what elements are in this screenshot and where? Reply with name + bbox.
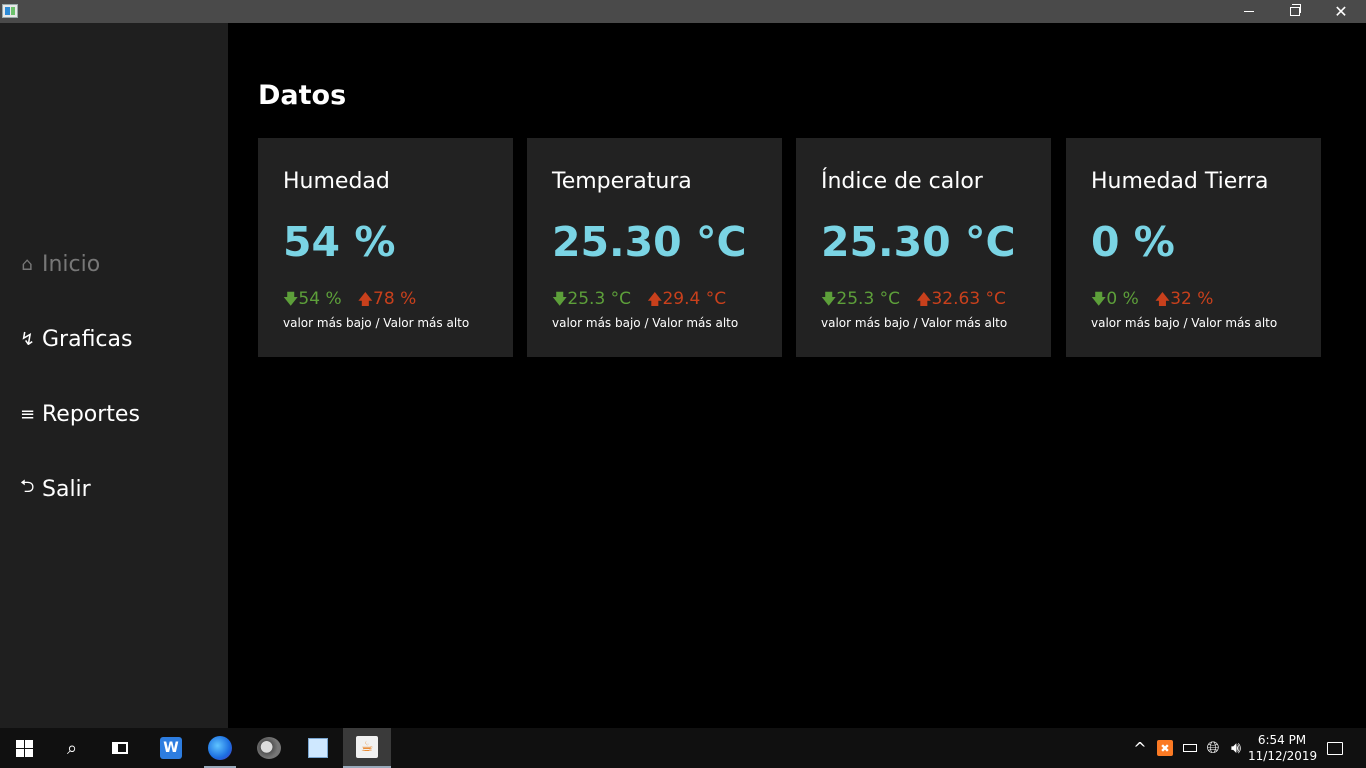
taskbar-app-gimp[interactable] [245,728,293,768]
card-value: 54 % [283,218,396,266]
taskbar-app-firefox[interactable] [196,728,244,768]
min-value-text: 25.3 °C [836,289,901,309]
card-indice-de-calor: Índice de calor 25.30 °C 🡇25.3 °C 🡅32.63… [796,138,1051,357]
arrow-down-icon: 🡇 [283,290,299,308]
app-icon [2,4,18,18]
arrow-up-icon: 🡅 [357,290,374,308]
action-center-button[interactable] [1320,728,1350,768]
sidebar-item-label: Reportes [42,401,140,427]
close-icon: ✕ [1334,1,1348,21]
card-range: 🡇54 % 🡅78 % [283,289,416,314]
system-clock[interactable]: 6:54 PM 11/12/2019 [1248,732,1318,764]
search-button[interactable]: ⌕ [48,728,96,768]
restore-icon [1290,4,1301,16]
sidebar-item-salir[interactable]: ⮌ Salir [20,472,91,506]
wps-office-icon: W [160,737,182,759]
xampp-icon: ✖ [1157,740,1173,756]
card-title: Humedad Tierra [1091,169,1269,194]
arrow-down-icon: 🡇 [821,290,837,308]
max-value-text: 29.4 °C [662,289,727,309]
sidebar-item-label: Salir [42,476,91,502]
min-value: 🡇0 % [1091,289,1139,314]
card-range: 🡇25.3 °C 🡅32.63 °C [821,289,1006,314]
windows-start-icon [15,739,33,757]
card-title: Humedad [283,169,390,194]
card-temperatura: Temperatura 25.30 °C 🡇25.3 °C 🡅29.4 °C v… [527,138,782,357]
taskbar-app-virtualbox[interactable] [294,728,342,768]
tray-battery[interactable] [1180,728,1200,768]
max-value: 🡅32.63 °C [916,289,1006,314]
min-value: 🡇54 % [283,289,342,314]
min-value: 🡇25.3 °C [552,289,631,314]
card-title: Temperatura [552,169,692,194]
search-icon: ⌕ [66,737,78,759]
clock-date: 11/12/2019 [1248,749,1318,763]
tray-network[interactable]: 🌐︎ [1203,728,1223,768]
task-view-button[interactable] [96,728,144,768]
tray-xampp[interactable]: ✖ [1155,728,1175,768]
max-value: 🡅78 % [358,289,417,314]
page-title: Datos [258,80,347,111]
sidebar-item-graficas[interactable]: ↯ Graficas [20,322,132,356]
max-value-text: 78 % [373,289,417,309]
chevron-up-icon: ^ [1133,738,1147,758]
firefox-icon [208,736,232,760]
minimize-button[interactable] [1226,0,1272,23]
arrow-up-icon: 🡅 [916,290,932,308]
battery-icon [1183,744,1197,752]
show-hidden-icons-button[interactable]: ^ [1130,728,1150,768]
taskbar-app-wps[interactable]: W [147,728,195,768]
globe-network-icon: 🌐︎ [1206,738,1220,757]
list-icon: ≡ [20,403,36,425]
home-icon: ⌂ [21,253,33,275]
java-app-icon: ☕ [356,736,378,758]
sidebar-item-label: Inicio [42,251,101,277]
notification-icon [1327,741,1343,755]
restore-button[interactable] [1272,0,1318,23]
minimize-icon [1244,11,1254,12]
window-titlebar: ✕ [0,0,1366,23]
min-value: 🡇25.3 °C [821,289,900,314]
card-caption: valor más bajo / Valor más alto [1091,316,1278,330]
max-value: 🡅29.4 °C [647,289,726,314]
clock-time: 6:54 PM [1257,733,1307,747]
card-caption: valor más bajo / Valor más alto [552,316,739,330]
card-caption: valor más bajo / Valor más alto [283,316,470,330]
task-view-icon [112,742,128,754]
card-caption: valor más bajo / Valor más alto [821,316,1008,330]
arrow-up-icon: 🡅 [1154,290,1171,308]
card-value: 0 % [1091,218,1175,266]
max-value-text: 32.63 °C [931,289,1006,309]
taskbar-app-java[interactable]: ☕ [343,728,391,768]
speaker-icon: 🔊︎ [1230,738,1242,757]
sidebar-item-inicio[interactable]: ⌂ Inicio [20,247,100,281]
gimp-icon [257,737,281,759]
sidebar-item-reportes[interactable]: ≡ Reportes [20,397,140,431]
min-value-text: 54 % [298,289,342,309]
card-range: 🡇0 % 🡅32 % [1091,289,1213,314]
card-value: 25.30 °C [552,218,747,266]
card-title: Índice de calor [821,169,983,194]
taskbar: ⌕ W ☕ ^ ✖ 🌐︎ 🔊︎ 6:54 PM 11/12/2019 [0,728,1366,768]
arrow-down-icon: 🡇 [552,290,568,308]
card-humedad: Humedad 54 % 🡇54 % 🡅78 % valor más bajo … [258,138,513,357]
card-range: 🡇25.3 °C 🡅29.4 °C [552,289,726,314]
min-value-text: 0 % [1106,289,1139,309]
min-value-text: 25.3 °C [567,289,632,309]
arrow-down-icon: 🡇 [1091,290,1107,308]
arrow-up-icon: 🡅 [647,290,663,308]
exit-icon: ⮌ [20,476,35,497]
max-value: 🡅32 % [1155,289,1214,314]
sidebar: ⌂ Inicio ↯ Graficas ≡ Reportes ⮌ Salir [0,23,228,728]
virtualbox-icon [308,738,328,758]
card-humedad-tierra: Humedad Tierra 0 % 🡇0 % 🡅32 % valor más … [1066,138,1321,357]
max-value-text: 32 % [1170,289,1214,309]
sidebar-item-label: Graficas [42,326,133,352]
close-button[interactable]: ✕ [1318,0,1364,23]
chart-icon: ↯ [20,328,36,350]
card-value: 25.30 °C [821,218,1016,266]
tray-volume[interactable]: 🔊︎ [1226,728,1246,768]
start-button[interactable] [0,728,48,768]
